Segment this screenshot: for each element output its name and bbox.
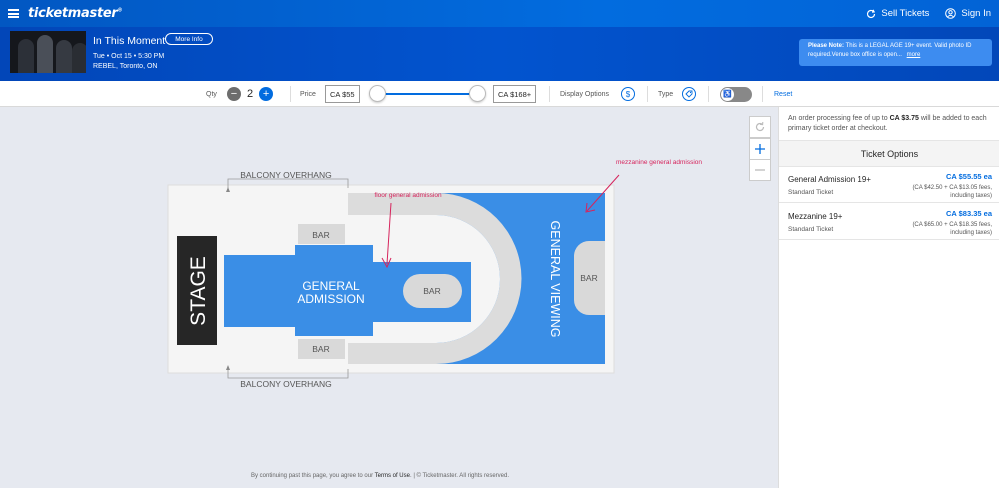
tag-icon[interactable] (682, 87, 696, 101)
ticket-fees-line2: including taxes) (950, 230, 992, 236)
user-icon (945, 8, 957, 19)
type-label: Type (658, 90, 674, 98)
bar-label: BAR (580, 273, 597, 283)
ticket-fees: (CA $42.50 + CA $13.05 fees, including t… (882, 184, 992, 200)
ticket-options-heading: Ticket Options (779, 140, 999, 167)
price-min-field[interactable]: CA $55 (325, 85, 360, 103)
venue-map[interactable]: BALCONY OVERHANG BALCONY OVERHANG STAGE … (0, 107, 778, 488)
qty-increase-button[interactable]: + (259, 87, 274, 101)
minus-icon (755, 169, 765, 171)
ticket-panel: An order processing fee of up to CA $3.7… (778, 107, 999, 488)
more-info-button[interactable]: More Info (165, 33, 213, 45)
sign-in-link[interactable]: Sign In (945, 8, 991, 19)
general-viewing-label: GENERAL VIEWING (548, 221, 562, 338)
event-venue: REBEL, Toronto, ON (93, 63, 158, 70)
ticket-type: Standard Ticket (788, 189, 834, 196)
dollar-icon[interactable]: $ (621, 87, 635, 101)
filter-bar: Qty − 2 + Price CA $55 CA $168+ Display … (0, 81, 999, 107)
stage-label: STAGE (187, 256, 210, 326)
ticket-option-row[interactable]: General Admission 19+ Standard Ticket CA… (779, 167, 999, 203)
bar-label: BAR (312, 344, 329, 354)
annotation-floor: floor general admission (374, 192, 442, 199)
price-label: Price (300, 90, 316, 98)
note-more-link[interactable]: more (907, 52, 921, 58)
event-header: In This Moment More Info Tue • Oct 15 • … (0, 27, 999, 81)
reset-link[interactable]: Reset (774, 81, 792, 107)
ticket-fees-line2: including taxes) (950, 193, 992, 199)
note-label: Please Note: (808, 43, 845, 49)
annotation-mezzanine: mezzanine general admission (616, 159, 702, 166)
balcony-overhang-top-label: BALCONY OVERHANG (240, 170, 331, 180)
refresh-cycle-icon (867, 9, 876, 18)
sell-tickets-link[interactable]: Sell Tickets (866, 8, 929, 19)
undo-icon (755, 121, 765, 132)
ticket-type: Standard Ticket (788, 226, 834, 233)
terms-of-use-link[interactable]: Terms of Use (375, 473, 410, 479)
ga-label-line1: GENERAL (302, 279, 360, 293)
display-options-label: Display Options (560, 90, 610, 98)
ticket-fees: (CA $65.00 + CA $18.35 fees, including t… (882, 221, 992, 237)
event-title: In This Moment (93, 35, 166, 47)
ticket-price: CA $83.35 ea (945, 209, 992, 218)
divider (647, 86, 648, 102)
top-navigation: ticketmaster® Sell Tickets Sign In (0, 0, 999, 27)
sign-in-label: Sign In (961, 8, 991, 19)
qty-value: 2 (247, 88, 254, 100)
qty-stepper: − 2 + (227, 81, 274, 107)
price-max-field[interactable]: CA $168+ (493, 85, 537, 103)
event-thumbnail[interactable] (10, 31, 86, 73)
price-slider-track[interactable] (378, 93, 478, 95)
bar-label: BAR (312, 230, 329, 240)
reset-view-button[interactable] (749, 116, 771, 138)
ticketmaster-logo[interactable]: ticketmaster® (28, 6, 122, 21)
qty-decrease-button[interactable]: − (227, 87, 241, 101)
ticket-option-row[interactable]: Mezzanine 19+ Standard Ticket CA $83.35 … (779, 204, 999, 240)
event-date: Tue • Oct 15 • 5:30 PM (93, 53, 165, 60)
divider (708, 86, 709, 102)
qty-label: Qty (206, 90, 217, 98)
hamburger-icon[interactable] (8, 9, 19, 18)
footer: By continuing past this page, you agree … (251, 473, 509, 479)
wheelchair-icon: ♿ (721, 87, 734, 101)
ticket-fees-line1: (CA $42.50 + CA $13.05 fees, (912, 185, 992, 191)
processing-fee-notice: An order processing fee of up to CA $3.7… (788, 114, 993, 134)
price-max-handle[interactable] (469, 85, 486, 102)
ga-label-line2: ADMISSION (297, 292, 364, 306)
footer-prefix: By continuing past this page, you agree … (251, 473, 375, 479)
ticket-fees-line1: (CA $65.00 + CA $18.35 fees, (912, 222, 992, 228)
sell-tickets-label: Sell Tickets (881, 8, 930, 19)
plus-icon (755, 144, 765, 154)
bar-label: BAR (423, 286, 440, 296)
balcony-overhang-bottom-label: BALCONY OVERHANG (240, 379, 331, 389)
zoom-in-button[interactable] (749, 138, 771, 160)
divider (549, 86, 550, 102)
ticket-name: General Admission 19+ (788, 175, 871, 184)
fee-prefix: An order processing fee of up to (788, 115, 890, 122)
ticket-price: CA $55.55 ea (945, 172, 992, 181)
divider (762, 86, 763, 102)
zoom-out-button[interactable] (749, 159, 771, 181)
price-min-handle[interactable] (369, 85, 386, 102)
accessible-seating-toggle[interactable]: ♿ (720, 86, 752, 102)
fee-amount: CA $3.75 (889, 115, 919, 122)
seat-map-area: BALCONY OVERHANG BALCONY OVERHANG STAGE … (0, 107, 778, 488)
ticket-name: Mezzanine 19+ (788, 212, 843, 221)
divider (290, 86, 291, 102)
legal-age-note: Please Note: This is a LEGAL AGE 19+ eve… (799, 39, 992, 66)
footer-suffix: . | © Ticketmaster. All rights reserved. (409, 473, 509, 479)
